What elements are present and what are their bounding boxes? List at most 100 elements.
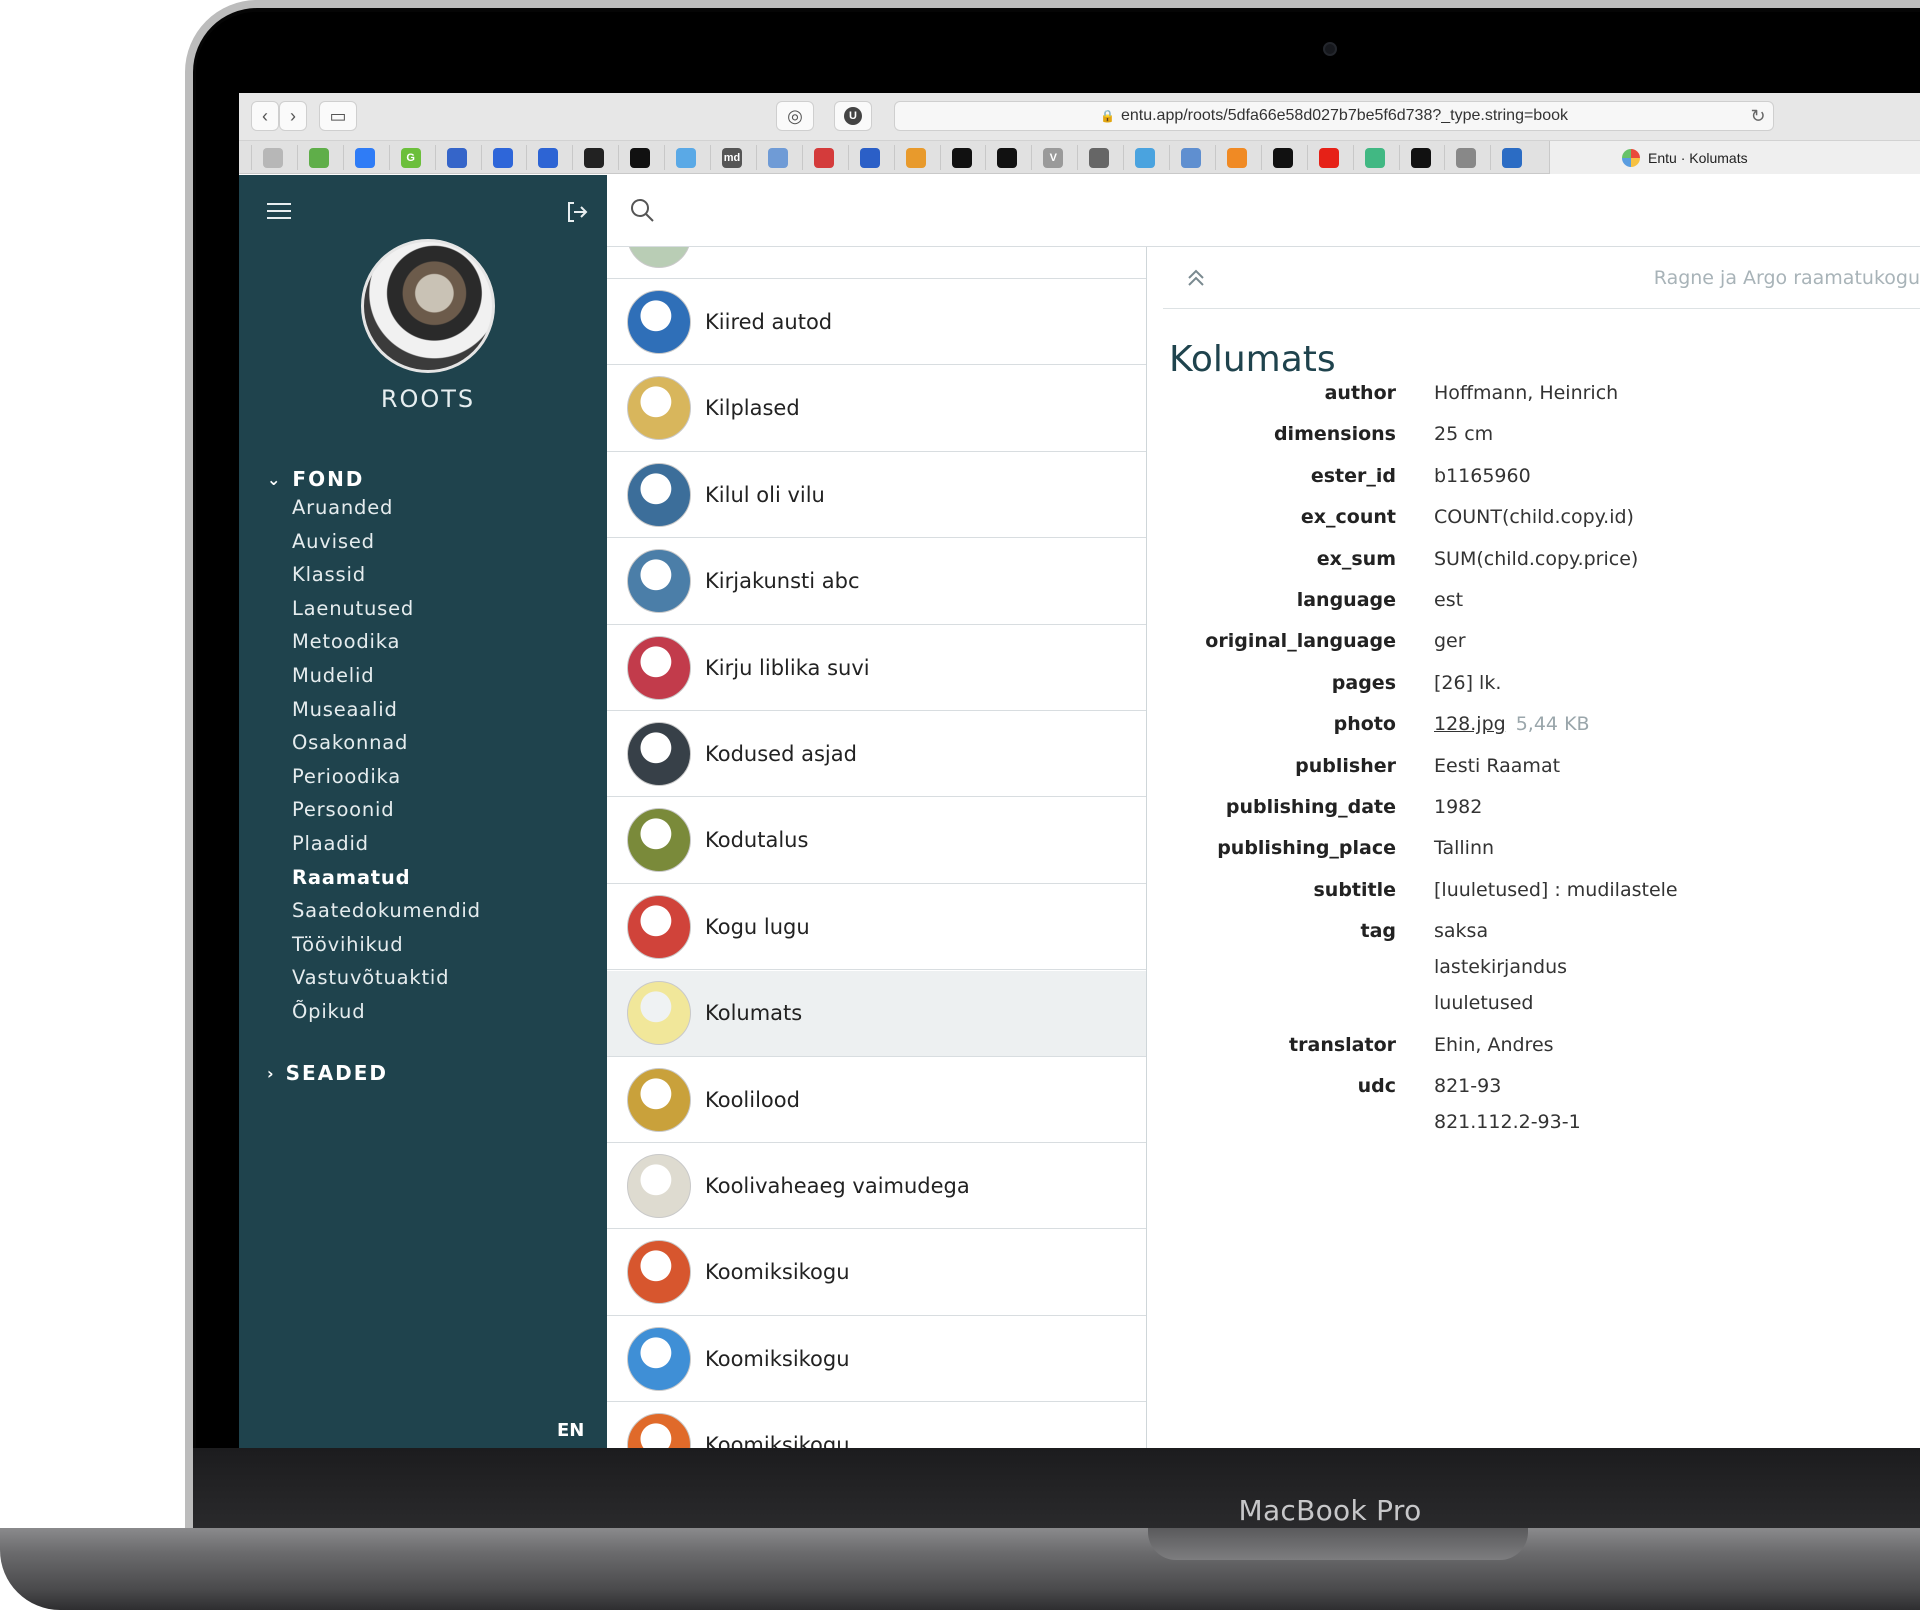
favorites-separator	[893, 145, 895, 170]
book-thumbnail	[627, 1326, 691, 1391]
list-item[interactable]: Kilplased	[607, 366, 1146, 452]
laptop-notch	[1148, 1528, 1528, 1560]
search-icon	[631, 199, 654, 222]
sidebar-item-perioodika[interactable]: Perioodika	[292, 760, 481, 794]
calendar-icon[interactable]	[767, 148, 788, 168]
apple-icon[interactable]	[905, 148, 926, 168]
book-thumbnail	[627, 247, 691, 268]
list-item[interactable]: Kirju liblika suvi	[607, 625, 1146, 711]
list-item[interactable]: Kodused asjad	[607, 711, 1146, 798]
v-icon[interactable]: V	[1043, 148, 1064, 168]
book-icon[interactable]	[1089, 148, 1110, 168]
arrow-icon[interactable]	[446, 148, 467, 168]
list-item[interactable]: Koomiksikogu	[607, 1230, 1146, 1316]
avatar[interactable]	[361, 239, 495, 373]
sidebar-item-mudelid[interactable]: Mudelid	[292, 659, 481, 693]
list-item-label: Koomiksikogu	[705, 1260, 850, 1285]
cube-icon[interactable]	[1226, 148, 1247, 168]
g-icon[interactable]: G	[400, 148, 421, 168]
vue-icon[interactable]	[1364, 148, 1385, 168]
list-item[interactable]: Kiired autod	[607, 279, 1146, 366]
sidebar-item-aruanded[interactable]: Aruanded	[292, 491, 481, 525]
list-item[interactable]: Kirjakunsti abc	[607, 539, 1146, 625]
list-item[interactable]: Koomiksikogu	[607, 1316, 1146, 1403]
back-button[interactable]: ‹	[251, 101, 279, 131]
property-label: author	[1324, 382, 1396, 404]
github-icon[interactable]	[630, 148, 651, 168]
favorites-separator	[434, 145, 436, 170]
language-toggle[interactable]: EN	[557, 1420, 584, 1441]
list-item[interactable]: Kolumats	[607, 970, 1146, 1057]
active-tab[interactable]: Entu · Kolumats	[1549, 141, 1920, 174]
search-bar[interactable]	[607, 175, 1920, 247]
list-item[interactable]: Kevade	[607, 247, 1146, 279]
sidebar-item-vastuvõtuaktid[interactable]: Vastuvõtuaktid	[292, 961, 481, 995]
address-bar[interactable]: 🔒 entu.app/roots/5dfa66e58d027b7be5f6d73…	[894, 101, 1774, 131]
section-fond[interactable]: ⌄ FOND	[267, 467, 364, 491]
drop-icon[interactable]	[1502, 148, 1523, 168]
sidebar-item-õpikud[interactable]: Õpikud	[292, 995, 481, 1029]
forward-button[interactable]: ›	[279, 101, 307, 131]
property-label: ex_count	[1300, 506, 1396, 529]
hamburger-menu-icon[interactable]	[267, 203, 291, 221]
logout-icon[interactable]	[564, 199, 590, 225]
bird2-icon[interactable]	[1181, 148, 1201, 168]
favorites-separator	[1031, 145, 1033, 170]
list-item-label: Kogu lugu	[705, 914, 810, 939]
list-item[interactable]: Kogu lugu	[607, 884, 1146, 971]
sidebar-item-raamatud[interactable]: Raamatud	[292, 861, 481, 895]
property-value: Hoffmann, Heinrich	[1434, 375, 1618, 411]
github2-icon[interactable]	[1272, 148, 1293, 168]
sidebar-item-osakonnad[interactable]: Osakonnad	[292, 726, 481, 760]
md-icon[interactable]: md	[722, 148, 742, 168]
sidebar-item-saatedokumendid[interactable]: Saatedokumendid	[292, 894, 481, 928]
nav-list: Aruanded Auvised Klassid Laenutused Metoodik…	[292, 491, 481, 1029]
triangle-icon[interactable]	[1456, 148, 1477, 168]
sidebar-item-laenutused[interactable]: Laenutused	[292, 592, 481, 626]
cloud-icon[interactable]	[1135, 148, 1156, 168]
property-label: publishing_date	[1225, 796, 1396, 818]
sidebar-toggle-button[interactable]: ▭	[319, 101, 357, 131]
list-item-label: Kiired autod	[705, 309, 833, 334]
list-item[interactable]: Kodutalus	[607, 798, 1146, 884]
property-value-line: b1165960	[1434, 464, 1531, 487]
bolt-icon[interactable]	[859, 148, 880, 168]
list-icon[interactable]	[584, 148, 605, 168]
property-value: 1982	[1434, 789, 1482, 825]
list-item-label: Koomiksikogu	[705, 1433, 850, 1449]
sidebar-item-persoonid[interactable]: Persoonid	[292, 793, 481, 827]
plus-icon[interactable]	[997, 148, 1018, 168]
laptop-base	[0, 1528, 1920, 1610]
robot-icon[interactable]	[951, 148, 972, 168]
power-icon[interactable]	[263, 148, 283, 168]
bird-icon[interactable]	[676, 148, 697, 168]
parent-link[interactable]: Ragne ja Argo raamatukogu	[1654, 267, 1920, 289]
list-item[interactable]: Kilul oli vilu	[607, 452, 1146, 539]
sidebar-item-klassid[interactable]: Klassid	[292, 558, 481, 592]
section-seaded[interactable]: › SEADED	[267, 1061, 388, 1085]
book-thumbnail	[627, 549, 691, 614]
shield-icon[interactable]	[538, 148, 559, 168]
book-thumbnail	[627, 721, 691, 786]
sidebar-item-auvised[interactable]: Auvised	[292, 525, 481, 559]
list-item[interactable]: Koolilood	[607, 1057, 1146, 1143]
double-chevron-up-icon[interactable]	[1185, 267, 1207, 289]
tc-icon[interactable]	[813, 148, 834, 168]
property-value-line: 25 cm	[1434, 423, 1494, 446]
youtube-icon[interactable]	[1318, 148, 1339, 168]
password-extension-button[interactable]: ◎	[776, 101, 814, 131]
sidebar-item-töövihikud[interactable]: Töövihikud	[292, 928, 481, 962]
list-item[interactable]: Koolivaheaeg vaimudega	[607, 1143, 1146, 1230]
property-value-line: luuletused	[1434, 992, 1534, 1015]
list-item[interactable]: Koomiksikogu	[607, 1403, 1146, 1449]
sidebar-item-metoodika[interactable]: Metoodika	[292, 625, 481, 659]
diamond-icon[interactable]	[308, 148, 329, 168]
photo-file-link[interactable]: 128.jpg	[1434, 713, 1506, 735]
sidebar-item-museaalid[interactable]: Museaalid	[292, 693, 481, 727]
reload-icon[interactable]: ↻	[1747, 105, 1769, 127]
ublock-extension-button[interactable]: U	[834, 101, 872, 131]
star-icon[interactable]	[1410, 148, 1431, 168]
jira-icon[interactable]	[492, 148, 513, 168]
sidebar-item-plaadid[interactable]: Plaadid	[292, 827, 481, 861]
messenger-icon[interactable]	[354, 148, 375, 168]
